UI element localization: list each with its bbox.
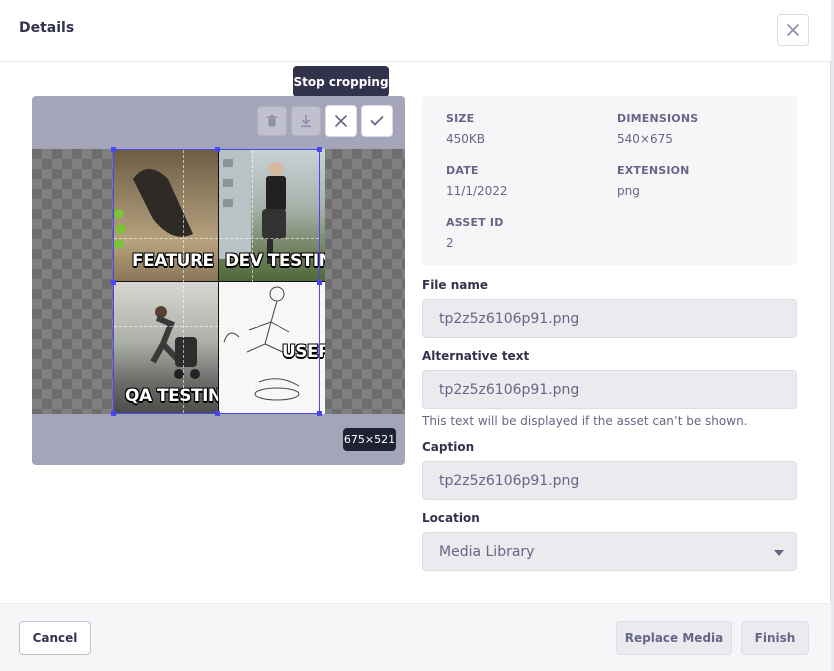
dimensions-label: DIMENSIONS bbox=[617, 112, 699, 125]
caption-field: Caption tp2z5z6106p91.png bbox=[422, 440, 797, 500]
crop-handle-bottom-left[interactable] bbox=[111, 411, 116, 416]
asset-id-value: 2 bbox=[446, 236, 454, 250]
dimensions-value: 540×675 bbox=[617, 132, 673, 146]
crop-handle-bottom-right[interactable] bbox=[317, 411, 322, 416]
chevron-down-icon bbox=[774, 544, 784, 560]
finish-button[interactable]: Finish bbox=[741, 621, 809, 655]
asset-id-label: ASSET ID bbox=[446, 216, 504, 229]
alt-text-hint: This text will be displayed if the asset… bbox=[422, 414, 748, 428]
download-icon bbox=[301, 115, 311, 128]
delete-button[interactable] bbox=[257, 106, 287, 136]
cancel-crop-button[interactable] bbox=[325, 105, 357, 137]
close-icon bbox=[787, 24, 799, 36]
close-button[interactable] bbox=[777, 14, 809, 46]
alt-text-field: Alternative text tp2z5z6106p91.png This … bbox=[422, 349, 797, 428]
location-value: Media Library bbox=[439, 543, 535, 560]
info-date: DATE 11/1/2022 bbox=[446, 164, 508, 198]
preview-toolbar bbox=[257, 105, 393, 137]
alt-text-input[interactable]: tp2z5z6106p91.png bbox=[422, 370, 797, 409]
crop-handle-left[interactable] bbox=[111, 280, 116, 285]
crop-selection[interactable] bbox=[111, 147, 322, 416]
crop-guide-line bbox=[252, 150, 253, 413]
alt-text-label: Alternative text bbox=[422, 349, 530, 363]
crop-guide-line bbox=[114, 238, 319, 239]
stop-cropping-tooltip: Stop cropping bbox=[293, 66, 389, 97]
file-name-field: File name tp2z5z6106p91.png bbox=[422, 278, 797, 338]
crop-handle-top-right[interactable] bbox=[317, 147, 322, 152]
info-size: SIZE 450KB bbox=[446, 112, 485, 146]
image-preview: FEATURE DEV TESTING bbox=[32, 96, 405, 465]
crop-handle-right[interactable] bbox=[317, 280, 322, 285]
crop-handle-top[interactable] bbox=[215, 147, 220, 152]
modal-title: Details bbox=[19, 20, 75, 36]
modal-footer: Cancel Replace Media Finish bbox=[0, 603, 831, 671]
trash-icon bbox=[267, 115, 277, 127]
caption-input[interactable]: tp2z5z6106p91.png bbox=[422, 461, 797, 500]
details-modal: Details Stop cropping FEATURE DEV TESTI … bbox=[0, 0, 831, 671]
extension-label: EXTENSION bbox=[617, 164, 690, 177]
close-icon bbox=[335, 115, 347, 127]
location-label: Location bbox=[422, 511, 480, 525]
date-value: 11/1/2022 bbox=[446, 184, 508, 198]
crop-guide-line bbox=[183, 150, 184, 413]
info-asset-id: ASSET ID 2 bbox=[446, 216, 504, 250]
location-field: Location Media Library bbox=[422, 511, 797, 571]
size-label: SIZE bbox=[446, 112, 475, 125]
file-name-label: File name bbox=[422, 278, 489, 292]
replace-media-button[interactable]: Replace Media bbox=[616, 621, 732, 655]
file-name-input[interactable]: tp2z5z6106p91.png bbox=[422, 299, 797, 338]
confirm-crop-button[interactable] bbox=[361, 105, 393, 137]
check-icon bbox=[370, 116, 384, 126]
crop-handle-bottom[interactable] bbox=[215, 411, 220, 416]
crop-handle-top-left[interactable] bbox=[111, 147, 116, 152]
date-label: DATE bbox=[446, 164, 479, 177]
location-select[interactable]: Media Library bbox=[422, 532, 797, 571]
caption-label: Caption bbox=[422, 440, 475, 454]
extension-value: png bbox=[617, 184, 640, 198]
size-value: 450KB bbox=[446, 132, 486, 146]
info-extension: EXTENSION png bbox=[617, 164, 690, 198]
cancel-button[interactable]: Cancel bbox=[19, 621, 91, 655]
crop-canvas[interactable]: FEATURE DEV TESTING bbox=[32, 147, 405, 416]
download-button[interactable] bbox=[291, 106, 321, 136]
crop-size-badge: 675×521 bbox=[343, 428, 396, 451]
info-dimensions: DIMENSIONS 540×675 bbox=[617, 112, 698, 146]
crop-guide-line bbox=[114, 326, 319, 327]
file-info-panel: SIZE 450KB DIMENSIONS 540×675 DATE 11/1/… bbox=[422, 96, 797, 265]
modal-header: Details bbox=[0, 0, 831, 62]
